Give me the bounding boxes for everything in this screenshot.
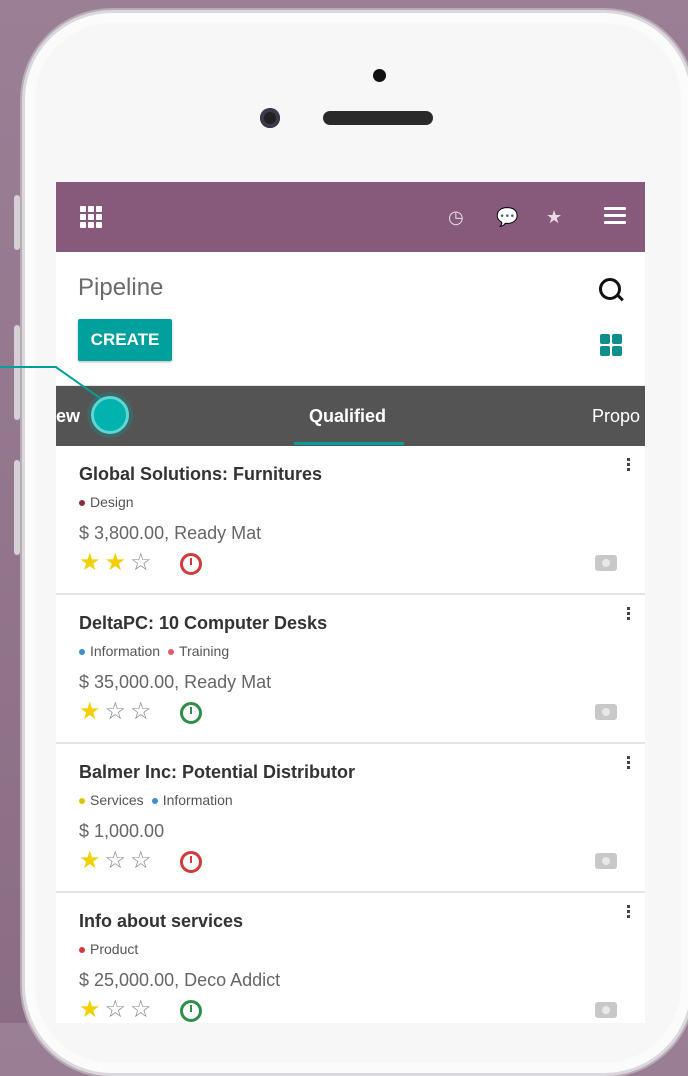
tag-label: Product: [90, 941, 139, 957]
priority-stars: ★ ★ ☆: [79, 551, 156, 575]
create-button[interactable]: CREATE: [78, 319, 172, 361]
card-amount: $ 25,000.00, Deco Addict: [79, 970, 281, 990]
card-title: Balmer Inc: Potential Distributor: [79, 762, 356, 782]
star-empty-icon[interactable]: ☆: [105, 698, 127, 725]
speaker-grille: [323, 111, 433, 125]
tag-color-dot: [79, 500, 85, 507]
card-menu-icon[interactable]: [627, 905, 630, 920]
control-panel: Pipeline CREATE: [56, 252, 645, 386]
avatar-placeholder-icon: [595, 853, 617, 869]
side-button: [14, 195, 20, 250]
tab-proposition[interactable]: Propo: [592, 406, 640, 427]
activity-clock-icon[interactable]: [180, 702, 202, 724]
star-empty-icon[interactable]: ☆: [105, 847, 127, 874]
card-tags: Information Training: [79, 643, 237, 659]
tag: Product: [79, 941, 138, 957]
star-filled-icon[interactable]: ★: [105, 549, 127, 576]
star-filled-icon[interactable]: ★: [79, 698, 101, 725]
card-menu-icon[interactable]: [627, 607, 630, 622]
avatar-placeholder-icon: [595, 1002, 617, 1018]
card-tags: Services Information: [79, 792, 241, 808]
apps-grid-icon[interactable]: [80, 206, 102, 228]
tag: Information: [79, 643, 160, 659]
star-empty-icon[interactable]: ☆: [130, 549, 152, 576]
card-menu-icon[interactable]: [627, 756, 630, 771]
star-filled-icon[interactable]: ★: [79, 549, 101, 576]
activity-clock-icon[interactable]: [180, 1000, 202, 1022]
kanban-card[interactable]: Balmer Inc: Potential Distributor Service…: [56, 744, 645, 893]
priority-stars: ★ ☆ ☆: [79, 998, 156, 1022]
top-navbar: ◷ 💬 ★: [56, 182, 645, 252]
tag-color-dot: [79, 947, 85, 954]
card-amount: $ 3,800.00, Ready Mat: [79, 523, 262, 543]
tooltip-connector-line: [0, 366, 57, 368]
tag-label: Information: [162, 792, 233, 808]
active-tab-indicator: [294, 442, 404, 445]
tab-qualified[interactable]: Qualified: [309, 406, 386, 427]
star-filled-icon[interactable]: ★: [79, 996, 101, 1023]
star-empty-icon[interactable]: ☆: [105, 996, 127, 1023]
tag-color-dot: [168, 649, 175, 656]
tag: Information: [151, 792, 233, 808]
front-camera: [260, 108, 280, 128]
camera-dot: [373, 69, 386, 82]
kanban-view-icon[interactable]: [600, 334, 622, 356]
kanban-card[interactable]: DeltaPC: 10 Computer Desks Information Tra…: [56, 595, 645, 744]
card-amount: $ 1,000.00: [79, 821, 165, 841]
hamburger-menu-icon[interactable]: [604, 207, 626, 225]
star-empty-icon[interactable]: ☆: [130, 847, 152, 874]
priority-stars: ★ ☆ ☆: [79, 849, 156, 873]
kanban-card[interactable]: Global Solutions: Furnitures Design $ 3,80…: [56, 446, 645, 595]
clock-icon[interactable]: ◷: [448, 206, 464, 228]
tag-label: Training: [179, 643, 230, 659]
tag-label: Services: [90, 792, 144, 808]
tab-new[interactable]: ew: [56, 406, 80, 427]
activity-clock-icon[interactable]: [180, 553, 202, 575]
tag-color-dot: [79, 649, 85, 656]
card-tags: Product: [79, 941, 146, 957]
tag: Training: [168, 643, 229, 659]
side-button: [14, 460, 20, 555]
card-title: Info about services: [79, 911, 244, 931]
tooltip-hotspot[interactable]: [91, 396, 129, 434]
chat-icon[interactable]: 💬: [496, 206, 518, 228]
priority-stars: ★ ☆ ☆: [79, 700, 156, 724]
star-empty-icon[interactable]: ☆: [130, 698, 152, 725]
card-title: DeltaPC: 10 Computer Desks: [79, 613, 328, 633]
card-amount: $ 35,000.00, Ready Mat: [79, 672, 272, 692]
card-menu-icon[interactable]: [627, 458, 630, 473]
side-button: [14, 325, 20, 420]
page-title: Pipeline: [78, 274, 164, 301]
search-icon[interactable]: [599, 278, 621, 300]
tag-label: Information: [90, 643, 161, 659]
avatar-placeholder-icon: [595, 555, 617, 571]
activity-clock-icon[interactable]: [180, 851, 202, 873]
kanban-card[interactable]: Info about services Product $ 25,000.00, D…: [56, 893, 645, 1023]
kanban-cards: Global Solutions: Furnitures Design $ 3,80…: [56, 446, 645, 1023]
tag-color-dot: [151, 798, 158, 805]
tag-label: Design: [90, 494, 134, 510]
card-tags: Design: [79, 494, 142, 510]
avatar-placeholder-icon: [595, 704, 617, 720]
star-empty-icon[interactable]: ☆: [130, 996, 152, 1023]
star-filled-icon[interactable]: ★: [79, 847, 101, 874]
app-screen: ◷ 💬 ★ Pipeline CREATE ew Qualified Propo…: [56, 182, 645, 1023]
stage-tabs: ew Qualified Propo: [56, 386, 645, 446]
card-title: Global Solutions: Furnitures: [79, 464, 322, 484]
tag: Design: [79, 494, 134, 510]
bug-icon[interactable]: ★: [546, 206, 562, 228]
tag: Services: [79, 792, 144, 808]
tag-color-dot: [79, 798, 85, 805]
